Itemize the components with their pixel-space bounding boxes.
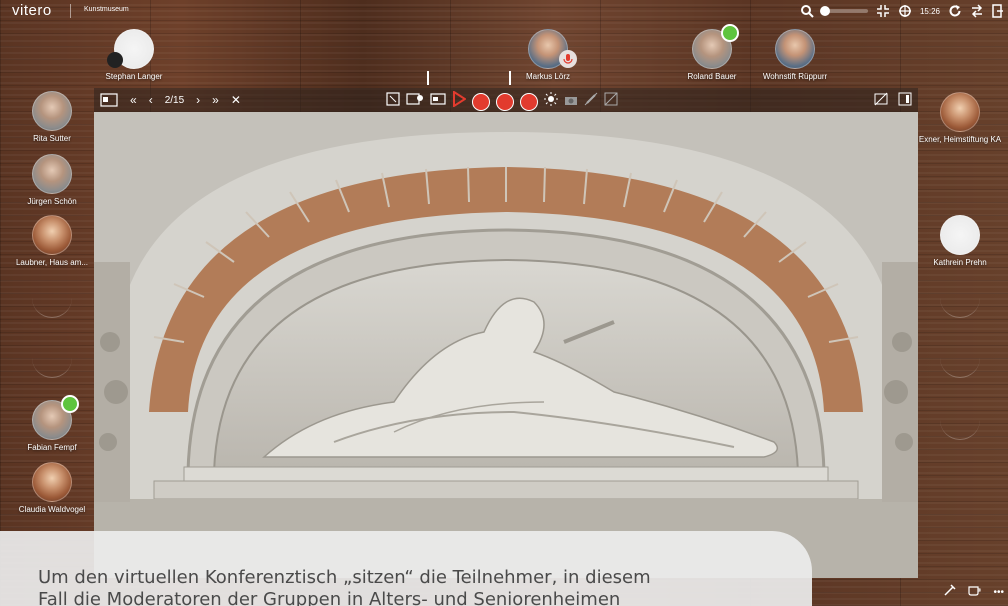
participant-fabian-fempf[interactable]: Fabian Fempf [2,395,102,452]
participant-name: Laubner, Haus am... [15,258,89,267]
participant-laubner[interactable]: Laubner, Haus am... [2,215,102,267]
bottom-toolbar: ••• [943,583,1004,602]
participant-name: Claudia Waldvogel [18,505,86,514]
participant-wohnstift-rueppurr[interactable]: Wohnstift Rüppurr [745,29,845,81]
presentation-toolbar: « ‹ 2/15 › » ✕ [94,88,918,112]
avatar[interactable] [528,29,577,69]
camera-icon[interactable] [564,93,578,111]
annotation-disabled-icon[interactable] [604,92,618,111]
avatar[interactable] [107,29,154,69]
hide-slide-icon[interactable] [874,92,888,111]
whiteboard-icon[interactable] [386,92,400,111]
empty-seat [940,400,980,440]
avatar[interactable] [32,395,79,440]
participant-exner[interactable]: Exner, Heimstiftung KA [910,92,1008,144]
top-bar: vitero Kunstmuseum 15:26 [0,0,1008,22]
caption-line-1: Um den virtuellen Konferenztisch „sitzen… [38,567,651,588]
avatar[interactable] [775,29,815,69]
participant-stephan-langer[interactable]: Stephan Langer [84,29,184,81]
pen-disabled-icon[interactable] [584,92,598,111]
participant-markus-loerz[interactable]: Markus Lörz [498,29,598,81]
avatar[interactable] [692,24,739,69]
participant-name: Fabian Fempf [27,443,77,452]
participant-kathrein-prehn[interactable]: Kathrein Prehn [910,215,1008,267]
avatar[interactable] [32,215,72,255]
presentation-icon[interactable] [406,92,424,111]
layout-icon[interactable] [898,92,912,111]
room-name[interactable]: Kunstmuseum [84,6,129,13]
thumbs-up-icon [721,24,739,42]
caption-box: Um den virtuellen Konferenztisch „sitzen… [0,531,812,606]
more-icon[interactable]: ••• [993,587,1004,598]
participant-claudia-waldvogel[interactable]: Claudia Waldvogel [2,462,102,514]
avatar[interactable] [32,91,72,131]
volume-slider[interactable] [819,6,868,16]
volume-knob[interactable] [819,6,830,16]
participant-name: Jürgen Schön [27,197,77,206]
close-icon[interactable]: ✕ [225,93,247,107]
previous-page-button[interactable]: ‹ [143,93,159,107]
avatar[interactable] [32,154,72,194]
presentation-slide [94,112,918,578]
empty-seat [940,278,980,318]
search-icon[interactable] [800,4,814,18]
view-controls [874,92,912,111]
media-controls [386,90,618,112]
seat-marker [427,71,429,85]
network-icon[interactable] [898,4,912,18]
logo-divider [70,4,71,18]
participant-rita-sutter[interactable]: Rita Sutter [2,91,102,143]
monitor-icon [107,52,123,68]
participant-name: Kathrein Prehn [933,258,987,267]
empty-seat [32,278,72,318]
avatar[interactable] [32,462,72,502]
participant-name: Exner, Heimstiftung KA [918,135,1002,144]
thumbs-up-icon [61,395,79,413]
empty-seat [940,338,980,378]
seat-marker [509,71,511,85]
play-icon[interactable] [452,90,467,112]
page-counter: 2/15 [164,94,185,106]
switch-icon[interactable] [970,4,984,18]
exit-icon[interactable] [992,4,1004,18]
avatar[interactable] [940,215,980,255]
vitero-logo: vitero [12,2,52,19]
sun-icon[interactable] [544,92,558,111]
microphone-icon [559,50,577,68]
first-page-button[interactable]: « [124,93,143,107]
participant-name: Wohnstift Rüppurr [762,72,828,81]
participant-name: Rita Sutter [33,134,71,143]
card-icon[interactable] [430,92,446,111]
refresh-icon[interactable] [948,4,962,18]
participant-name: Roland Bauer [687,72,737,81]
slide-view-icon[interactable] [94,93,124,107]
last-page-button[interactable]: » [206,93,225,107]
compress-icon[interactable] [876,4,890,18]
avatar[interactable] [940,92,980,132]
camera-toggle-button[interactable] [520,92,538,111]
microphone-button[interactable] [472,92,490,111]
next-page-button[interactable]: › [190,93,206,107]
participant-name: Stephan Langer [105,72,163,81]
participant-juergen-schoen[interactable]: Jürgen Schön [2,154,102,206]
voice-activation-button[interactable] [496,92,514,111]
empty-seat [32,338,72,378]
clock: 15:26 [919,6,940,16]
relief-image [94,112,918,578]
tools-icon[interactable] [943,583,957,602]
caption-line-2: Fall die Moderatoren der Gruppen in Alte… [38,589,621,606]
coffee-break-icon[interactable] [967,583,983,602]
volume-track[interactable] [819,6,868,16]
topbar-controls: 15:26 [800,2,1004,20]
participant-name: Markus Lörz [525,72,570,81]
